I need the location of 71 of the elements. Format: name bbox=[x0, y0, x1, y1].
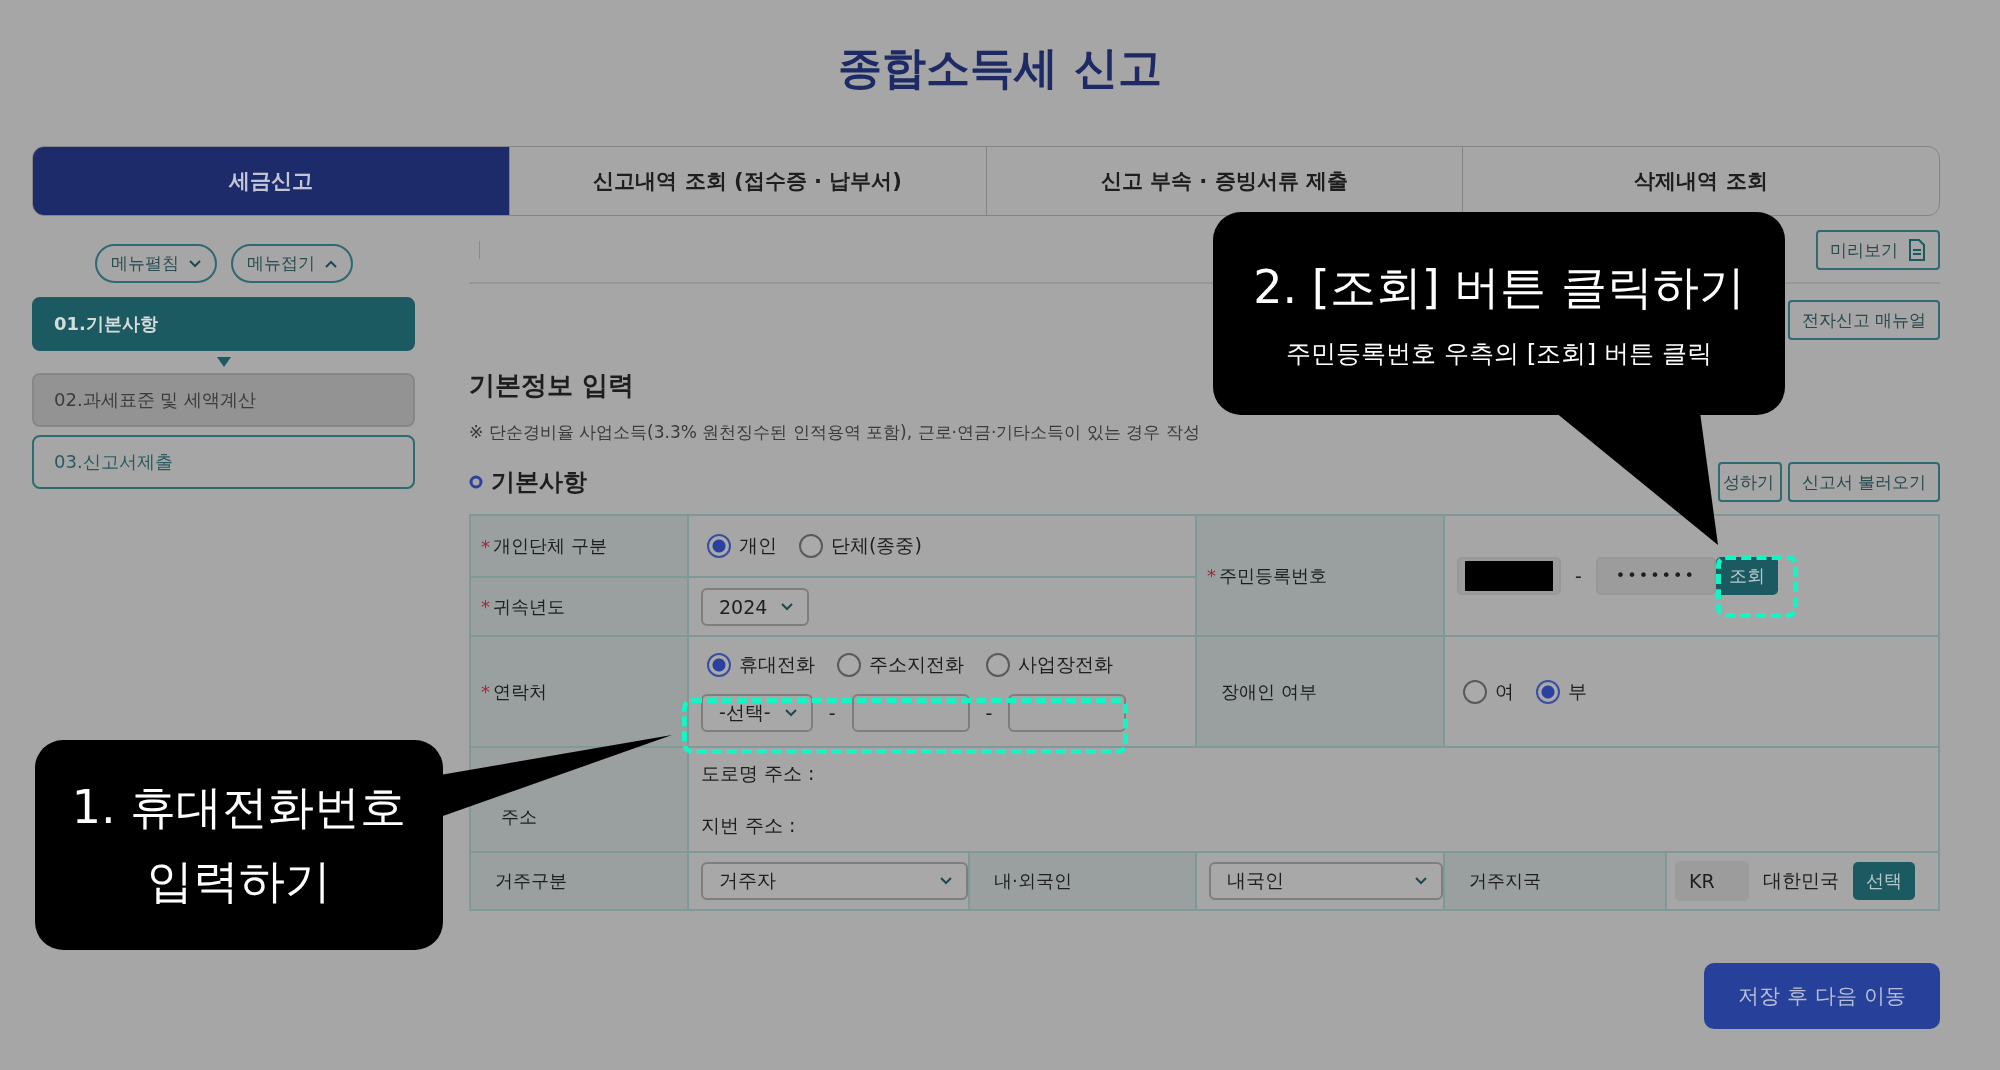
dropdown[interactable]: 2024 bbox=[701, 587, 810, 626]
required-mark: * bbox=[1207, 565, 1216, 586]
select-button[interactable]: 선택 bbox=[1853, 862, 1915, 900]
document-icon bbox=[1908, 239, 1926, 261]
note-text: ※ 단순경비율 사업소득(3.3% 원천징수된 인적용역 포함), 근로·연금·기타소득이 있는 경우 작성 bbox=[469, 421, 1201, 444]
form-button[interactable]: 신고서 불러오기 bbox=[1787, 462, 1940, 502]
required-mark: * bbox=[481, 681, 490, 702]
field-label: 연락처 bbox=[493, 679, 547, 704]
callout-text: 2. [조회] 버튼 클릭하기 bbox=[1253, 259, 1745, 316]
page-title: 종합소득세 신고 bbox=[837, 40, 1163, 95]
id-field[interactable] bbox=[1457, 556, 1561, 595]
save-next-button[interactable]: 저장 후 다음 이동 bbox=[1704, 963, 1940, 1029]
field-label: 내·외국인 bbox=[994, 869, 1072, 893]
id-field[interactable]: ••••••• bbox=[1595, 556, 1716, 595]
field-label: 거주지국 bbox=[1469, 869, 1541, 893]
country-name: 대한민국 bbox=[1763, 868, 1839, 893]
field-label: 주민등록번호 bbox=[1219, 563, 1327, 588]
dropdown[interactable]: -선택- bbox=[701, 693, 813, 732]
form-button[interactable]: 성하기 bbox=[1717, 462, 1782, 502]
radio-label: 주소지전화 bbox=[869, 651, 964, 677]
callout-text: 주민등록번호 우측의 [조회] 버튼 클릭 bbox=[1285, 338, 1713, 370]
step-item[interactable]: 01.기본사항 bbox=[32, 297, 415, 351]
separator: - bbox=[828, 701, 836, 724]
dropdown[interactable]: 내국인 bbox=[1209, 862, 1443, 900]
subsection-heading: 기본사항 bbox=[491, 467, 587, 498]
field-label: 주소 bbox=[501, 804, 537, 829]
country-code-field[interactable]: KR bbox=[1675, 861, 1749, 901]
radio-label: 여 bbox=[1495, 678, 1514, 704]
section-heading: 기본정보 입력 bbox=[469, 369, 636, 402]
address-label: 도로명 주소 : bbox=[701, 760, 815, 786]
field-label: 거주구분 bbox=[495, 869, 567, 893]
chevron-down-icon bbox=[940, 877, 952, 885]
tab[interactable]: 신고내역 조회 (접수증 · 납부서) bbox=[508, 147, 986, 215]
chevron-down-icon bbox=[781, 602, 794, 611]
chevron-down-icon bbox=[188, 259, 201, 268]
field-label: 귀속년도 bbox=[493, 594, 565, 619]
radio-label: 사업장전화 bbox=[1018, 651, 1113, 677]
down-triangle-icon bbox=[216, 357, 231, 367]
callout-text: 입력하기 bbox=[147, 853, 331, 910]
radio-label: 개인 bbox=[739, 533, 777, 558]
tab[interactable]: 세금신고 bbox=[33, 147, 509, 215]
dropdown[interactable]: 거주자 bbox=[701, 862, 968, 900]
address-label: 지번 주소 : bbox=[701, 812, 796, 838]
ring-icon bbox=[469, 475, 483, 489]
callout-text: 1. 휴대전화번호 bbox=[71, 779, 407, 836]
menu-button[interactable]: 메뉴펼침 bbox=[94, 244, 217, 283]
phone-field[interactable] bbox=[851, 693, 970, 732]
radio-label: 부 bbox=[1568, 678, 1587, 704]
chevron-down-icon bbox=[784, 708, 797, 717]
field-label: 개인단체 구분 bbox=[493, 534, 607, 558]
chevron-down-icon bbox=[1415, 877, 1427, 885]
manual-button[interactable]: 전자신고 매뉴얼 bbox=[1787, 300, 1940, 340]
radio-label: 휴대전화 bbox=[739, 651, 815, 677]
separator: - bbox=[1575, 564, 1582, 587]
field-label: 장애인 여부 bbox=[1221, 679, 1317, 704]
radio-button[interactable] bbox=[707, 652, 731, 677]
chevron-up-icon bbox=[324, 259, 337, 268]
radio-button[interactable] bbox=[986, 652, 1010, 677]
phone-field[interactable] bbox=[1008, 693, 1127, 732]
separator: - bbox=[985, 701, 993, 724]
preview-button[interactable]: 미리보기 bbox=[1816, 230, 1940, 270]
required-mark: * bbox=[481, 535, 490, 557]
radio-label: 단체(종중) bbox=[831, 533, 922, 558]
radio-button[interactable] bbox=[799, 534, 823, 558]
required-mark: * bbox=[481, 596, 490, 617]
radio-button[interactable] bbox=[1463, 679, 1487, 704]
radio-button[interactable] bbox=[837, 652, 861, 677]
radio-button[interactable] bbox=[707, 534, 731, 558]
radio-button[interactable] bbox=[1536, 679, 1560, 704]
menu-button[interactable]: 메뉴접기 bbox=[230, 244, 353, 283]
step-item[interactable]: 03.신고서제출 bbox=[32, 435, 415, 489]
